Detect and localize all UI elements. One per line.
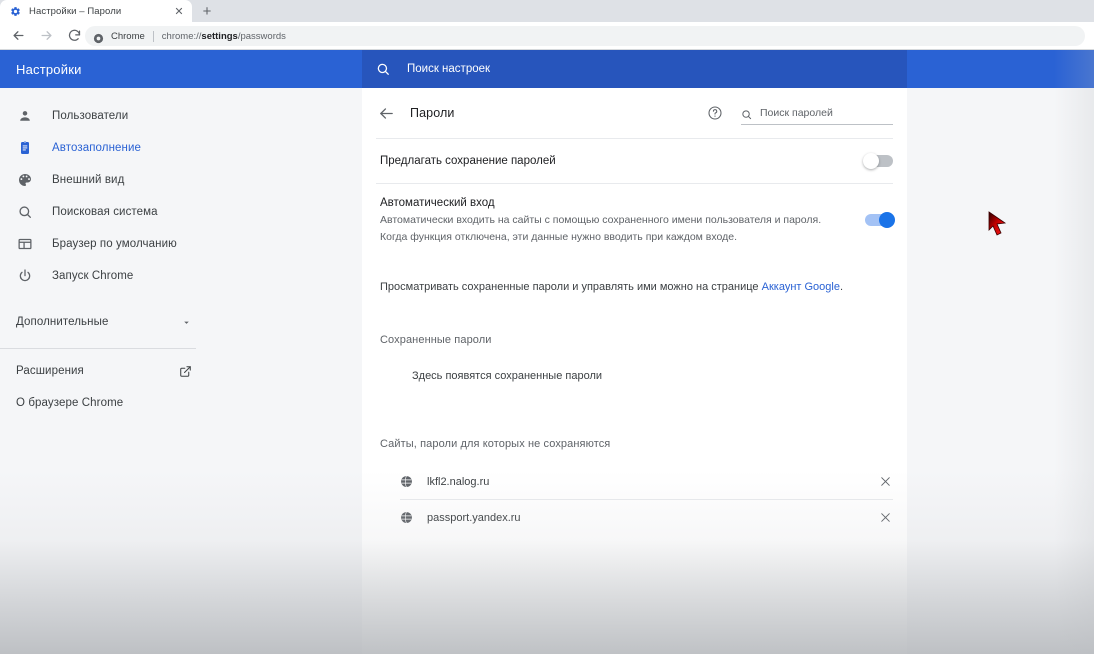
settings-topbar: Настройки Поиск настроек xyxy=(0,50,1094,88)
auto-signin-title: Автоматический вход xyxy=(380,197,495,209)
saved-passwords-label: Сохраненные пароли xyxy=(380,334,492,346)
address-bar[interactable]: Chrome chrome://settings/passwords xyxy=(85,26,1085,46)
url-suffix: /passwords xyxy=(237,30,286,42)
sidebar-advanced-label: Дополнительные xyxy=(16,316,109,328)
password-search-input[interactable]: Поиск паролей xyxy=(741,102,893,125)
chevron-down-icon xyxy=(180,316,192,328)
external-link-icon xyxy=(179,365,192,378)
url-bold: settings xyxy=(201,30,238,42)
back-button[interactable] xyxy=(6,24,30,48)
settings-gear-icon xyxy=(10,6,21,17)
sidebar-item-about-chrome[interactable]: О браузере Chrome xyxy=(0,387,362,419)
auto-signin-text: Автоматический вход Автоматически входит… xyxy=(380,194,865,246)
person-icon xyxy=(16,107,34,125)
tab-close-icon[interactable]: ✕ xyxy=(172,4,186,18)
clipboard-icon xyxy=(16,139,34,157)
page-title: Настройки xyxy=(16,61,82,77)
tab-title: Настройки – Пароли xyxy=(29,5,122,17)
sidebar-item-label: Браузер по умолчанию xyxy=(52,238,177,250)
sidebar-item-extensions[interactable]: Расширения xyxy=(0,355,362,387)
globe-icon xyxy=(400,475,413,488)
omnibox-chip-label: Chrome xyxy=(111,30,145,42)
omnibox-separator xyxy=(152,30,154,42)
browser-tab[interactable]: Настройки – Пароли ✕ xyxy=(0,0,192,22)
search-icon xyxy=(16,203,34,221)
new-tab-button[interactable]: + xyxy=(198,3,216,20)
auto-signin-row[interactable]: Автоматический вход Автоматически входит… xyxy=(362,184,907,256)
back-arrow-icon[interactable] xyxy=(376,103,396,123)
palette-icon xyxy=(16,171,34,189)
passwords-header: Пароли Поиск паролей xyxy=(362,88,907,138)
search-icon xyxy=(376,62,390,76)
offer-save-passwords-row[interactable]: Предлагать сохранение паролей xyxy=(362,139,907,183)
tab-strip: Настройки – Пароли ✕ + xyxy=(0,0,1094,22)
sidebar-item-label: Автозаполнение xyxy=(52,142,141,154)
help-circle-icon[interactable] xyxy=(707,105,723,121)
settings-page: Настройки Поиск настроек Пользователи Ав… xyxy=(0,50,1094,654)
sidebar-item-label: Внешний вид xyxy=(52,174,125,186)
sidebar-item-label: Поисковая система xyxy=(52,206,158,218)
toggle-knob xyxy=(879,212,895,228)
settings-search-placeholder: Поиск настроек xyxy=(407,63,491,75)
auto-signin-toggle[interactable] xyxy=(865,212,895,228)
auto-signin-sub-line2: Когда функция отключена, эти данные нужн… xyxy=(380,231,737,243)
blocked-site-name: lkfl2.nalog.ru xyxy=(427,475,490,488)
sidebar-item-users[interactable]: Пользователи xyxy=(0,100,362,132)
remove-site-icon[interactable] xyxy=(877,474,893,490)
omnibox-url: chrome://settings/passwords xyxy=(162,31,286,42)
passwords-panel: Пароли Поиск паролей Предлагать сохранен… xyxy=(362,88,907,654)
offer-save-title: Предлагать сохранение паролей xyxy=(380,155,556,167)
sidebar-link-label: О браузере Chrome xyxy=(16,397,124,409)
password-search-placeholder: Поиск паролей xyxy=(760,106,833,119)
search-icon xyxy=(741,107,752,120)
power-icon xyxy=(16,267,34,285)
offer-save-text: Предлагать сохранение паролей xyxy=(380,152,865,170)
reload-button[interactable] xyxy=(62,24,86,48)
manage-note-period: . xyxy=(839,281,844,293)
google-account-link[interactable]: Аккаунт Google xyxy=(762,281,840,293)
forward-button[interactable] xyxy=(34,24,58,48)
settings-search-box[interactable]: Поиск настроек xyxy=(362,50,907,88)
remove-site-icon[interactable] xyxy=(877,510,893,526)
blocked-sites-label: Сайты, пароли для которых не сохраняются xyxy=(380,438,611,450)
browser-toolbar: Chrome chrome://settings/passwords xyxy=(0,22,1094,50)
red-cursor-marker xyxy=(988,211,1008,237)
right-empty-pane xyxy=(907,88,1094,654)
window-icon xyxy=(16,235,34,253)
auto-signin-sub-line1: Автоматически входить на сайты с помощью… xyxy=(380,214,822,226)
toggle-knob xyxy=(863,153,879,169)
chrome-globe-icon xyxy=(93,31,104,43)
sidebar-item-appearance[interactable]: Внешний вид xyxy=(0,164,362,196)
url-prefix: chrome:// xyxy=(161,30,202,42)
saved-passwords-empty-text: Здесь появятся сохраненные пароли xyxy=(412,370,603,382)
sidebar-item-advanced[interactable]: Дополнительные xyxy=(0,306,362,338)
globe-icon xyxy=(400,511,413,524)
settings-sidebar: Пользователи Автозаполнение Внешний вид … xyxy=(0,88,362,654)
blocked-site-row[interactable]: passport.yandex.ru xyxy=(362,500,907,535)
passwords-title: Пароли xyxy=(410,106,455,120)
sidebar-item-autofill[interactable]: Автозаполнение xyxy=(0,132,362,164)
blocked-site-row[interactable]: lkfl2.nalog.ru xyxy=(362,464,907,499)
offer-save-toggle[interactable] xyxy=(863,153,893,169)
sidebar-item-on-startup[interactable]: Запуск Chrome xyxy=(0,260,362,292)
sidebar-item-label: Пользователи xyxy=(52,110,129,122)
manage-note-text: Просматривать сохраненные пароли и управ… xyxy=(380,281,762,293)
browser-window: Настройки – Пароли ✕ + Chrome chrome://s… xyxy=(0,0,1094,654)
sidebar-item-default-browser[interactable]: Браузер по умолчанию xyxy=(0,228,362,260)
sidebar-link-label: Расширения xyxy=(16,365,84,377)
sidebar-item-label: Запуск Chrome xyxy=(52,270,134,282)
blocked-site-name: passport.yandex.ru xyxy=(427,511,521,524)
sidebar-item-search-engine[interactable]: Поисковая система xyxy=(0,196,362,228)
manage-passwords-note: Просматривать сохраненные пароли и управ… xyxy=(362,256,907,318)
